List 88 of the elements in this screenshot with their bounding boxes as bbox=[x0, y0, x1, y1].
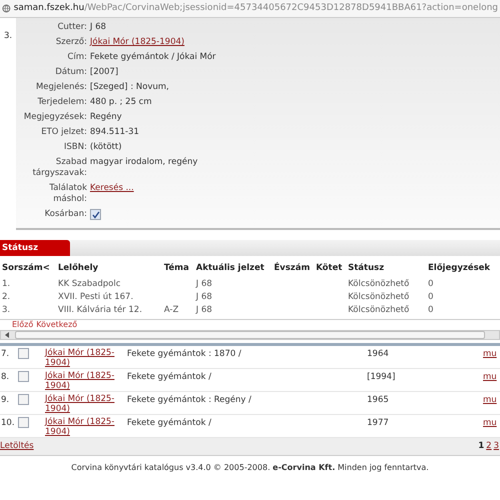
field-label: Megjegyzések: bbox=[22, 112, 87, 123]
field-value: 894.511-31 bbox=[90, 127, 140, 138]
page-link[interactable]: 1 bbox=[478, 440, 484, 453]
field-value: 480 p. ; 25 cm bbox=[90, 97, 152, 108]
horizontal-scrollbar[interactable] bbox=[0, 330, 500, 340]
download-link[interactable]: Letöltés bbox=[0, 440, 34, 453]
field-label: Cím: bbox=[66, 52, 87, 63]
result-link[interactable]: mu bbox=[483, 394, 497, 406]
field-label: Megjelenés: bbox=[34, 82, 87, 93]
scrollbar-thumb[interactable] bbox=[15, 330, 485, 339]
checkbox[interactable] bbox=[18, 348, 29, 359]
pager-link[interactable]: Következő bbox=[36, 320, 78, 330]
table-cell: 0 bbox=[428, 304, 434, 315]
field-label: Találatok máshol: bbox=[48, 183, 87, 205]
table-cell: J 68 bbox=[196, 304, 212, 315]
result-year: 1964 bbox=[367, 348, 390, 360]
column-header: Előjegyzések bbox=[428, 262, 492, 275]
field-label: Dátum: bbox=[54, 67, 87, 78]
field-label: Szabad tárgyszavak: bbox=[32, 157, 87, 179]
field-value: magyar irodalom, regény bbox=[90, 157, 198, 169]
table-cell: VIII. Kálvária tér 12. bbox=[58, 304, 142, 315]
table-cell: KK Szabadpolc bbox=[58, 278, 121, 289]
result-link[interactable]: mu bbox=[483, 348, 497, 360]
checkbox[interactable] bbox=[18, 416, 29, 428]
table-cell: XVII. Pesti út 167. bbox=[58, 292, 134, 302]
result-link[interactable]: mu bbox=[483, 370, 497, 384]
url-path: /WebPac/CorvinaWeb;jsessionid=45734405672C9453D12878D5941BBA61?action=onelong bbox=[84, 2, 498, 15]
author-link[interactable]: Jókai Mór (1825-1904) bbox=[45, 394, 125, 414]
page-link[interactable]: 3 bbox=[494, 440, 499, 453]
checkbox[interactable] bbox=[18, 394, 29, 405]
column-header: Sorszám< bbox=[2, 262, 51, 275]
record-number: 3. bbox=[4, 30, 12, 43]
result-title: Fekete gyémántok : 1870 / bbox=[126, 348, 242, 360]
column-header: Lelőhely bbox=[58, 262, 100, 275]
field-value: [2007] bbox=[90, 67, 118, 78]
result-title: Fekete gyémántok / bbox=[126, 370, 212, 384]
table-cell: Kölcsönözhető bbox=[348, 304, 410, 315]
field-label: ISBN: bbox=[63, 142, 87, 153]
result-number: 8. bbox=[1, 372, 10, 382]
status-tab[interactable]: Státusz bbox=[0, 240, 70, 256]
result-year: 1977 bbox=[367, 416, 390, 430]
field-label: Szerző: bbox=[54, 37, 87, 48]
globe-icon bbox=[2, 4, 11, 13]
table-cell: J 68 bbox=[196, 278, 212, 289]
copyright-text: Corvina könyvtári katalógus v3.4.0 © 2005-2008. e-Corvina Kft. Minden jog fenntartva. bbox=[71, 462, 429, 474]
author-link[interactable]: Jókai Mór (1825-1904) bbox=[45, 348, 125, 368]
checkbox[interactable] bbox=[90, 209, 101, 220]
table-cell: A-Z bbox=[164, 304, 179, 315]
result-year: 1965 bbox=[367, 394, 390, 406]
table-cell: Kölcsönözhető bbox=[348, 292, 410, 302]
author-link[interactable]: Jókai Mór (1825-1904) bbox=[45, 416, 125, 437]
field-label: Terjedelem: bbox=[36, 97, 87, 108]
result-year: [1994] bbox=[367, 370, 396, 384]
table-cell: 0 bbox=[428, 292, 434, 302]
scroll-left-icon[interactable] bbox=[5, 332, 9, 338]
column-header: Aktuális jelzet bbox=[196, 262, 266, 275]
result-title: Fekete gyémántok / bbox=[126, 416, 212, 430]
url-host: saman.fszek.hu bbox=[14, 2, 84, 15]
field-value: J 68 bbox=[90, 22, 106, 33]
field-link[interactable]: Keresés ... bbox=[90, 183, 134, 194]
table-cell: J 68 bbox=[196, 292, 212, 302]
result-link[interactable]: mu bbox=[483, 416, 497, 430]
checkbox[interactable] bbox=[18, 370, 29, 382]
result-number: 7. bbox=[1, 348, 10, 359]
field-label: Kosárban: bbox=[44, 209, 87, 220]
field-label: ETO jelzet: bbox=[40, 127, 87, 138]
field-value: (kötött) bbox=[90, 142, 122, 153]
result-number: 9. bbox=[1, 394, 10, 405]
column-header: Évszám bbox=[274, 262, 311, 275]
field-link[interactable]: Jókai Mór (1825-1904) bbox=[90, 37, 184, 48]
table-cell: 1. bbox=[2, 278, 10, 289]
table-cell: 2. bbox=[2, 292, 10, 302]
column-header: Státusz bbox=[348, 262, 386, 275]
address-bar[interactable]: saman.fszek.hu/WebPac/CorvinaWeb;jsessionid=45734405672C9453D12878D5941BBA61?action=onelong bbox=[0, 0, 500, 18]
field-value: [Szeged] : Novum, bbox=[90, 82, 169, 93]
table-cell: 3. bbox=[2, 304, 10, 315]
table-cell: 0 bbox=[428, 278, 434, 289]
column-header: Téma bbox=[164, 262, 190, 275]
pager-link[interactable]: Előző bbox=[12, 320, 34, 330]
result-title: Fekete gyémántok : Regény / bbox=[126, 394, 252, 406]
field-label: Cutter: bbox=[56, 22, 87, 33]
result-number: 10. bbox=[1, 418, 15, 428]
table-cell: Kölcsönözhető bbox=[348, 278, 410, 289]
page-link[interactable]: 2 bbox=[486, 440, 492, 453]
field-value: Fekete gyémántok / Jókai Mór bbox=[90, 52, 216, 63]
field-value: Regény bbox=[90, 112, 122, 123]
author-link[interactable]: Jókai Mór (1825-1904) bbox=[45, 370, 125, 391]
column-header: Kötet bbox=[316, 262, 344, 275]
